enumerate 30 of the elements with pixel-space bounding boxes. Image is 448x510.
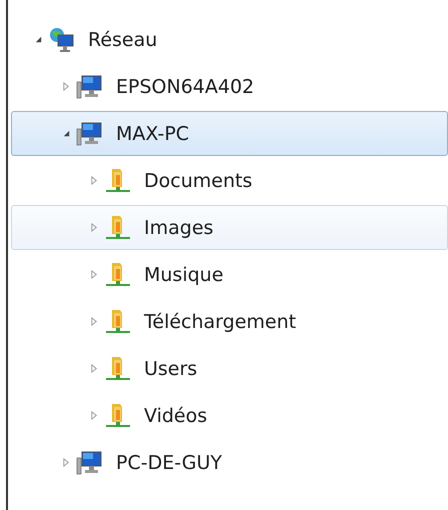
shared-folder-icon: [104, 214, 132, 242]
expand-arrow-icon[interactable]: [90, 316, 99, 327]
tree-item[interactable]: PC-DE-GUY: [11, 440, 448, 485]
collapse-arrow-icon[interactable]: [34, 34, 43, 45]
tree-item[interactable]: Images: [11, 205, 448, 250]
collapse-arrow-icon[interactable]: [62, 128, 71, 139]
shared-folder-icon: [104, 166, 132, 194]
expand-arrow-icon[interactable]: [62, 457, 71, 468]
expand-arrow-icon[interactable]: [90, 410, 99, 421]
shared-folder-icon: [104, 354, 132, 382]
expand-arrow-icon[interactable]: [90, 363, 99, 374]
globe-computer-icon: [48, 26, 76, 54]
shared-folder-icon: [104, 402, 132, 430]
tree-item[interactable]: Téléchargement: [11, 299, 448, 344]
computer-icon: [76, 448, 104, 476]
tree-item[interactable]: MAX-PC: [11, 111, 448, 156]
tree-item[interactable]: Documents: [11, 158, 448, 203]
shared-folder-icon: [104, 308, 132, 336]
tree-item[interactable]: Vidéos: [11, 393, 448, 438]
computer-icon: [76, 72, 104, 100]
expand-arrow-icon[interactable]: [90, 222, 99, 233]
shared-folder-icon: [104, 260, 132, 288]
tree-item[interactable]: Réseau: [11, 17, 448, 62]
expand-arrow-icon[interactable]: [62, 81, 71, 92]
computer-icon: [76, 120, 104, 148]
expand-arrow-icon[interactable]: [90, 175, 99, 186]
tree-item[interactable]: EPSON64A402: [11, 64, 448, 109]
expand-arrow-icon[interactable]: [90, 269, 99, 280]
tree-item[interactable]: Users: [11, 346, 448, 391]
tree-item[interactable]: Musique: [11, 252, 448, 297]
